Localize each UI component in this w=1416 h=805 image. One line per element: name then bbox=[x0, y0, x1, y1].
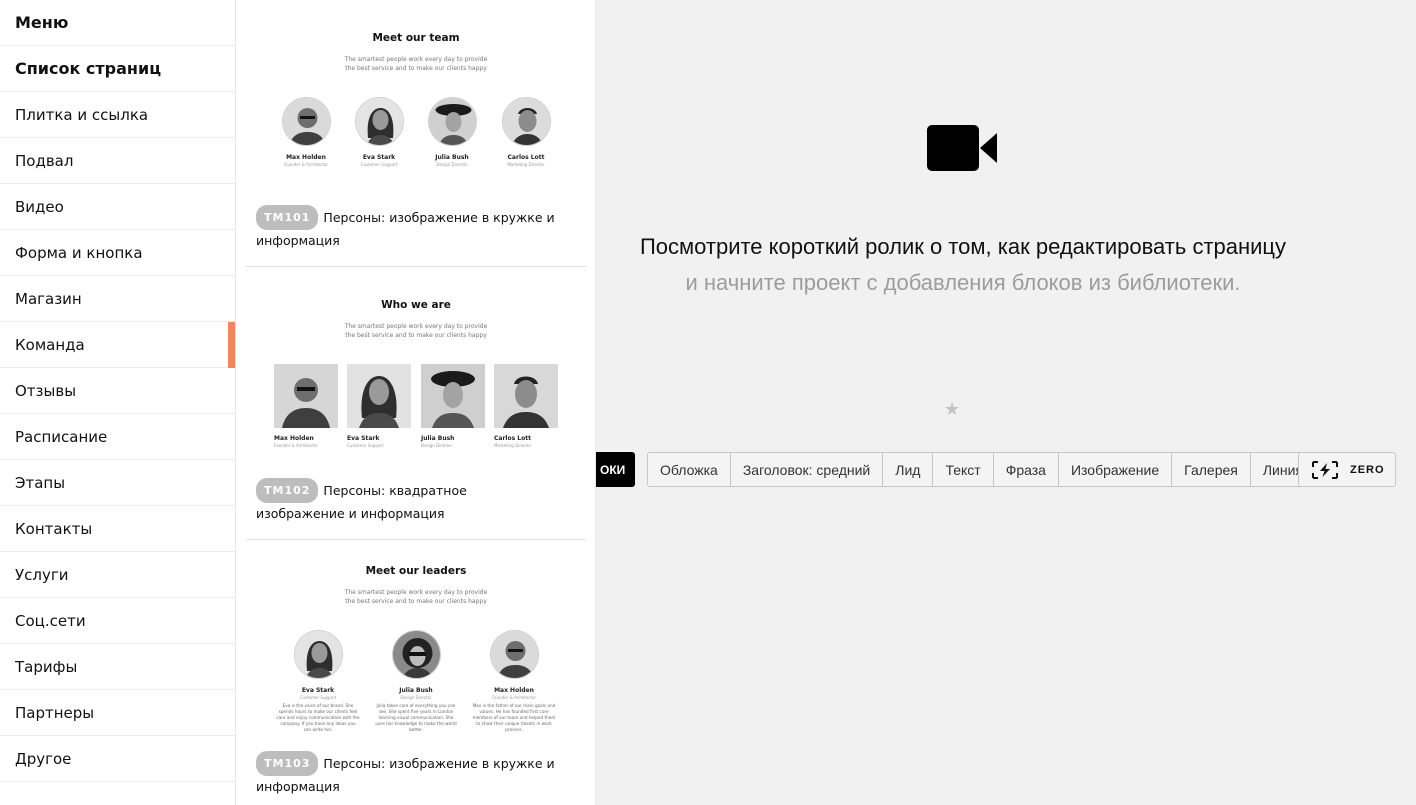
all-blocks-button[interactable]: ОКИ bbox=[596, 452, 635, 487]
person-photo bbox=[427, 97, 477, 146]
person-name: Max Holden bbox=[286, 154, 326, 161]
person-card: Eva Stark Customer Support bbox=[354, 97, 404, 167]
person-role: Marketing Director bbox=[507, 162, 545, 167]
person-photo bbox=[281, 97, 331, 146]
person-card: Julia Bush Design Director Julia takes c… bbox=[374, 630, 458, 733]
chip-heading-medium[interactable]: Заголовок: средний bbox=[729, 453, 882, 486]
menu-item-pricing[interactable]: Тарифы bbox=[0, 644, 235, 690]
person-card: Carlos Lott Marketing Director bbox=[494, 364, 558, 448]
block-card-tm102[interactable]: Who we are The smartest people work ever… bbox=[246, 267, 586, 539]
menu-item-schedule[interactable]: Расписание bbox=[0, 414, 235, 460]
person-role: Design Director bbox=[421, 443, 453, 448]
person-photo bbox=[421, 364, 485, 428]
person-role: Founder & Architector bbox=[274, 443, 319, 448]
chip-phrase[interactable]: Фраза bbox=[992, 453, 1058, 486]
chip-image[interactable]: Изображение bbox=[1057, 453, 1171, 486]
person-role: Customer Support bbox=[360, 162, 398, 167]
menu-item-video[interactable]: Видео bbox=[0, 184, 235, 230]
person-photo bbox=[293, 630, 343, 679]
block-category-menu: Меню Список страниц Плитка и ссылка Подв… bbox=[0, 0, 236, 805]
person-card: Max Holden Founder & Architector bbox=[281, 97, 331, 167]
person-role: Customer Support bbox=[299, 695, 337, 700]
person-role: Founder & Architector bbox=[283, 162, 328, 167]
person-card: Max Holden Founder & Architector Max is … bbox=[472, 630, 556, 733]
quick-block-chips: Обложка Заголовок: средний Лид Текст Фра… bbox=[647, 452, 1316, 487]
person-name: Max Holden bbox=[494, 687, 534, 694]
person-photo bbox=[501, 97, 551, 146]
preview-subtitle: The smartest people work every day to pr… bbox=[344, 589, 488, 605]
person-description: Julia takes care of everything you can s… bbox=[375, 703, 457, 732]
preview-title: Meet our leaders bbox=[365, 565, 467, 577]
person-photo bbox=[347, 364, 411, 428]
person-card: Eva Stark Customer Support bbox=[347, 364, 411, 448]
block-library-panel: Meet our team The smartest people work e… bbox=[236, 0, 596, 805]
menu-item-contacts[interactable]: Контакты bbox=[0, 506, 235, 552]
person-name: Julia Bush bbox=[421, 435, 455, 442]
person-name: Julia Bush bbox=[399, 687, 433, 694]
menu-item-page-list[interactable]: Список страниц bbox=[0, 46, 235, 92]
block-card-label: TM101 Персоны: изображение в кружке и инф… bbox=[256, 205, 556, 251]
person-card: Carlos Lott Marketing Director bbox=[501, 97, 551, 167]
person-name: Carlos Lott bbox=[507, 154, 545, 161]
person-description: Max is the father of our main goals and … bbox=[472, 703, 556, 732]
person-photo bbox=[274, 364, 338, 428]
tutorial-subline: и начните проект с добавления блоков из … bbox=[685, 270, 1241, 295]
person-name: Eva Stark bbox=[362, 154, 396, 161]
menu-item-other[interactable]: Другое bbox=[0, 736, 235, 782]
chip-lead[interactable]: Лид bbox=[882, 453, 932, 486]
block-code-badge: TM101 bbox=[256, 205, 319, 230]
zero-block-bolt-icon bbox=[1312, 460, 1338, 479]
person-card: Julia Bush Design Director bbox=[421, 364, 485, 448]
preview-title: Meet our team bbox=[372, 32, 460, 44]
person-photo bbox=[354, 97, 404, 146]
person-name: Max Holden bbox=[274, 435, 314, 442]
menu-item-partners[interactable]: Партнеры bbox=[0, 690, 235, 736]
video-camera-icon[interactable] bbox=[927, 124, 999, 176]
person-role: Marketing Director bbox=[494, 443, 532, 448]
block-code-badge: TM102 bbox=[256, 478, 319, 503]
person-photo bbox=[489, 630, 539, 679]
menu-item-footer[interactable]: Подвал bbox=[0, 138, 235, 184]
person-role: Founder & Architector bbox=[491, 695, 536, 700]
menu-item-tile-link[interactable]: Плитка и ссылка bbox=[0, 92, 235, 138]
person-card: Julia Bush Design Director bbox=[427, 97, 477, 167]
star-icon: ★ bbox=[944, 399, 961, 420]
zero-block-label: ZERO bbox=[1350, 463, 1385, 476]
person-role: Design Director bbox=[436, 162, 468, 167]
chip-text[interactable]: Текст bbox=[932, 453, 992, 486]
menu-item-services[interactable]: Услуги bbox=[0, 552, 235, 598]
menu-item-shop[interactable]: Магазин bbox=[0, 276, 235, 322]
block-card-label: TM102 Персоны: квадратное изображение и и… bbox=[256, 478, 556, 524]
person-photo bbox=[391, 630, 441, 679]
person-name: Julia Bush bbox=[435, 154, 469, 161]
menu-item-team[interactable]: Команда bbox=[0, 322, 235, 368]
person-description: Eva is the voice of our brand. She spend… bbox=[276, 703, 360, 732]
preview-title: Who we are bbox=[381, 299, 451, 311]
person-name: Carlos Lott bbox=[494, 435, 531, 442]
zero-block-button[interactable]: ZERO bbox=[1298, 452, 1396, 487]
preview-subtitle: The smartest people work every day to pr… bbox=[344, 323, 488, 339]
person-card: Max Holden Founder & Architector bbox=[274, 364, 338, 448]
tutorial-headline[interactable]: Посмотрите короткий ролик о том, как ред… bbox=[596, 234, 1330, 260]
person-card: Eva Stark Customer Support Eva is the vo… bbox=[276, 630, 360, 733]
block-card-tm101[interactable]: Meet our team The smartest people work e… bbox=[246, 0, 586, 266]
person-role: Customer Support bbox=[347, 443, 384, 448]
chip-gallery[interactable]: Галерея bbox=[1171, 453, 1250, 486]
menu-item-menu[interactable]: Меню bbox=[0, 0, 235, 46]
preview-subtitle: The smartest people work every day to pr… bbox=[344, 56, 488, 72]
chip-cover[interactable]: Обложка bbox=[648, 453, 730, 486]
block-card-tm103[interactable]: Meet our leaders The smartest people wor… bbox=[246, 540, 586, 805]
person-photo bbox=[494, 364, 558, 428]
block-code-badge: TM103 bbox=[256, 751, 319, 776]
menu-item-reviews[interactable]: Отзывы bbox=[0, 368, 235, 414]
person-name: Eva Stark bbox=[301, 687, 335, 694]
person-role: Design Director bbox=[400, 695, 432, 700]
block-card-label: TM103 Персоны: изображение в кружке и инф… bbox=[256, 751, 556, 797]
menu-item-steps[interactable]: Этапы bbox=[0, 460, 235, 506]
person-name: Eva Stark bbox=[347, 435, 380, 442]
menu-item-social[interactable]: Соц.сети bbox=[0, 598, 235, 644]
menu-item-form-button[interactable]: Форма и кнопка bbox=[0, 230, 235, 276]
